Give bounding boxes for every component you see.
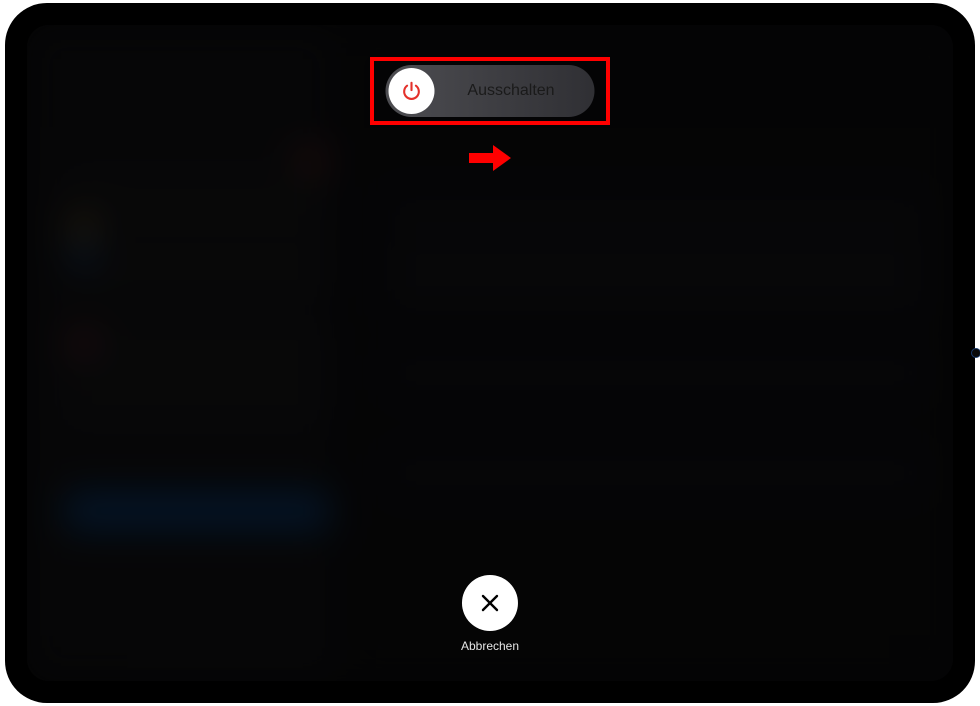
device-screen: Ausschalten Abbrechen [27, 25, 953, 681]
power-off-slider-container: Ausschalten [386, 65, 595, 117]
power-icon [401, 80, 423, 102]
cancel-button[interactable] [462, 575, 518, 631]
close-icon [480, 593, 500, 613]
power-slider-knob[interactable] [389, 68, 435, 114]
power-slider-label: Ausschalten [446, 82, 577, 100]
device-camera [971, 348, 980, 358]
cancel-label: Abbrechen [461, 639, 519, 653]
ipad-device-frame: Ausschalten Abbrechen [5, 3, 975, 703]
power-off-slider[interactable]: Ausschalten [386, 65, 595, 117]
cancel-container: Abbrechen [461, 575, 519, 653]
